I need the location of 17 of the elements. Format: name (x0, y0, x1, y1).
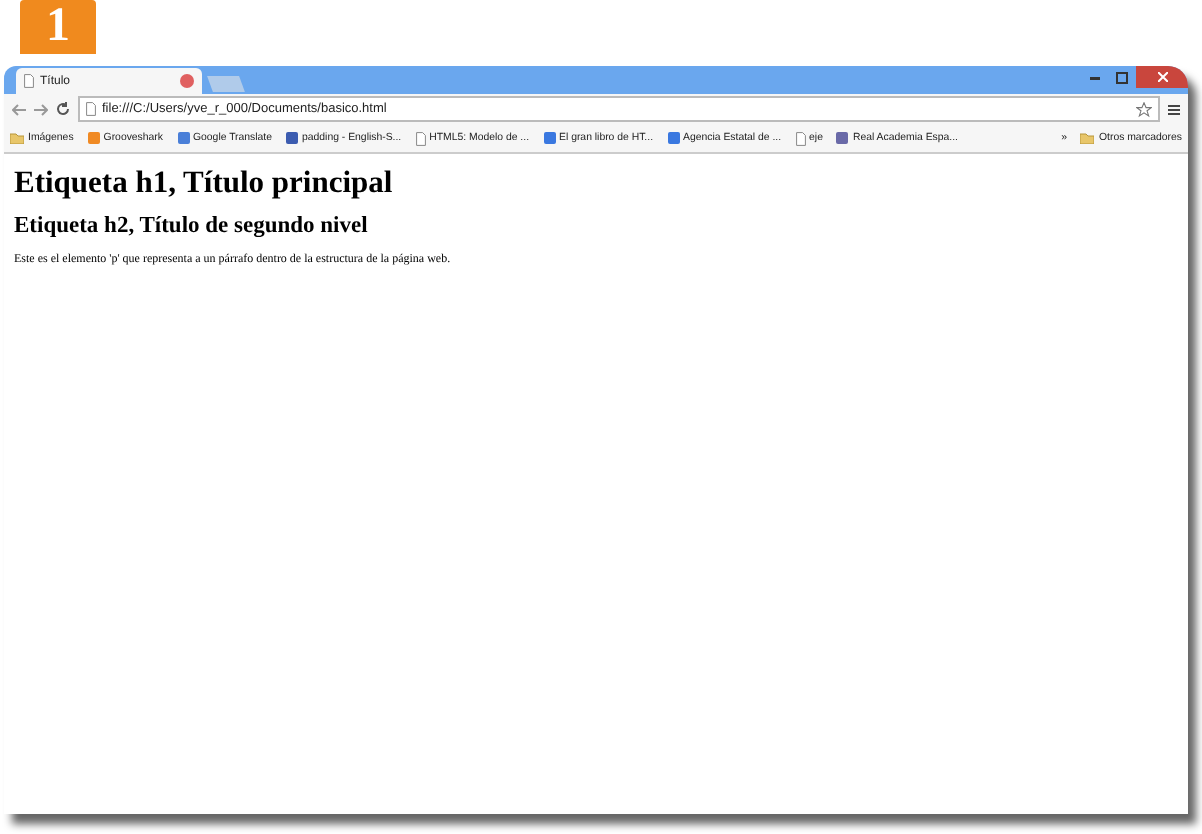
page-icon (795, 131, 806, 145)
close-icon[interactable] (1157, 72, 1167, 82)
back-icon[interactable] (12, 103, 26, 115)
close-icon[interactable] (180, 74, 194, 88)
reload-icon[interactable] (56, 102, 70, 116)
folder-icon (10, 132, 24, 144)
folder-icon (1080, 132, 1095, 144)
page-icon (24, 74, 34, 88)
step-badge: 1 (20, 0, 96, 54)
close-window-button[interactable] (1136, 66, 1188, 88)
forward-icon[interactable] (34, 103, 48, 115)
subheading: Etiqueta h2, Título de segundo nivel (14, 214, 370, 238)
page-icon (415, 131, 426, 145)
star-icon[interactable] (1136, 101, 1152, 117)
heading: Etiqueta h1, Título principal (14, 166, 395, 202)
page-icon (86, 102, 96, 116)
menu-icon[interactable] (1168, 103, 1180, 115)
